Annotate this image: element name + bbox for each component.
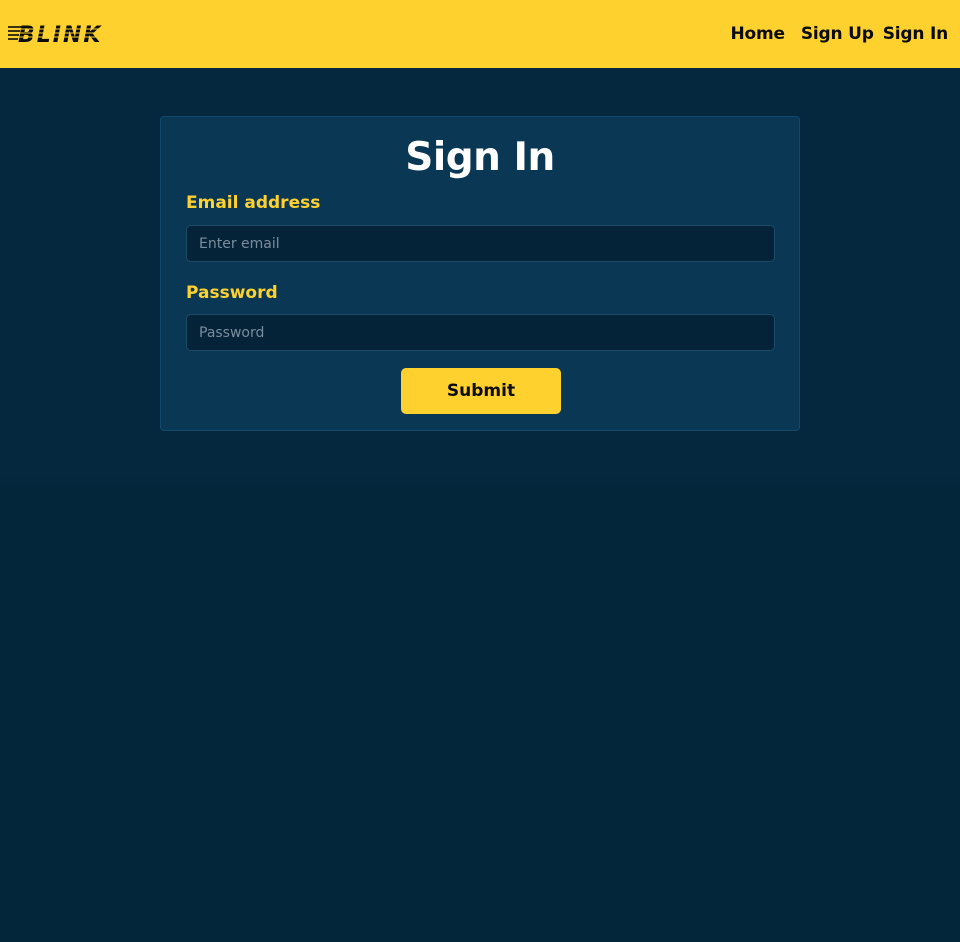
email-label: Email address xyxy=(186,193,321,213)
submit-button[interactable]: Submit xyxy=(401,368,561,414)
brand-logo[interactable]: BLINK xyxy=(8,19,116,49)
nav-link-sign-up[interactable]: Sign Up xyxy=(785,24,874,44)
sign-in-card: Sign In Email address Password Submit xyxy=(160,116,800,431)
blink-logo-icon: BLINK xyxy=(8,23,116,45)
navbar: BLINK Home Sign Up Sign In xyxy=(0,0,960,68)
nav-link-home[interactable]: Home xyxy=(731,24,786,44)
email-field[interactable] xyxy=(186,225,775,262)
password-field[interactable] xyxy=(186,314,775,351)
page-title: Sign In xyxy=(405,135,555,180)
nav-link-sign-in[interactable]: Sign In xyxy=(874,24,948,44)
password-label: Password xyxy=(186,283,278,303)
nav-links: Home Sign Up Sign In xyxy=(731,24,949,44)
logo-text: BLINK xyxy=(18,23,102,45)
